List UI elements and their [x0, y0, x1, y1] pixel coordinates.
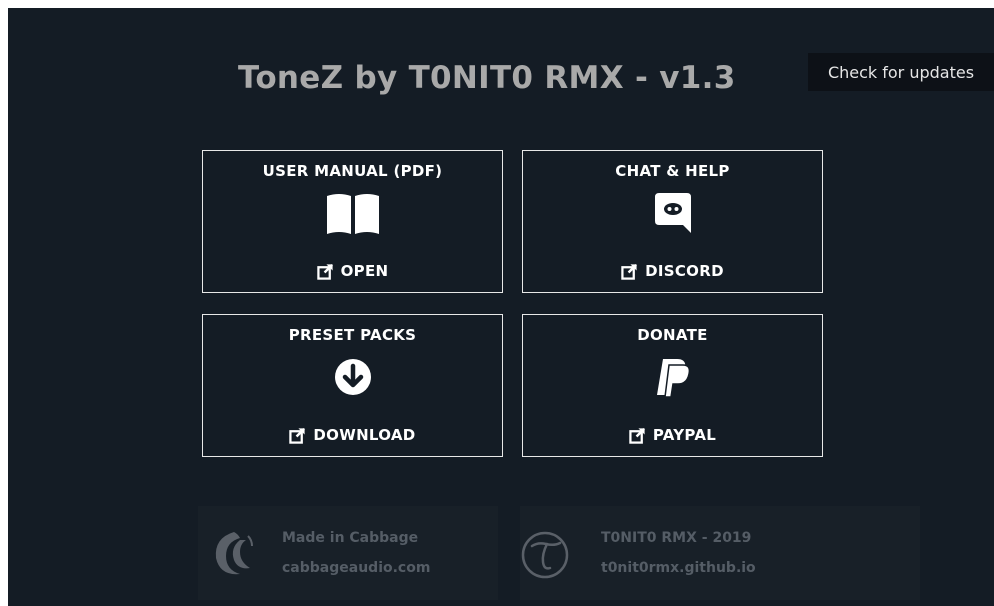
external-link-icon [629, 427, 645, 444]
preset-packs-card[interactable]: PRESET PACKS DOWNLOAD [202, 314, 503, 457]
open-manual-link[interactable]: OPEN [203, 262, 502, 280]
paypal-link[interactable]: PAYPAL [523, 426, 822, 444]
book-icon [323, 188, 383, 238]
author-footer-link[interactable]: T0NIT0 RMX - 2019 t0nit0rmx.github.io [520, 506, 920, 600]
discord-link[interactable]: DISCORD [523, 262, 822, 280]
app-title: ToneZ by T0NIT0 RMX - v1.3 [238, 60, 736, 96]
donate-card[interactable]: DONATE PAYPAL [522, 314, 823, 457]
card-action-label: PAYPAL [652, 426, 717, 444]
download-link[interactable]: DOWNLOAD [203, 426, 502, 444]
user-manual-card[interactable]: USER MANUAL (PDF) OPEN [202, 150, 503, 293]
external-link-icon [621, 263, 638, 280]
card-title: DONATE [637, 326, 708, 344]
card-title: PRESET PACKS [288, 326, 417, 344]
external-link-icon [316, 263, 333, 280]
check-updates-button[interactable]: Check for updates [808, 53, 994, 91]
card-action-label: DOWNLOAD [313, 426, 416, 444]
cabbage-logo-icon [215, 532, 253, 575]
discord-icon [643, 188, 703, 238]
external-link-icon [289, 427, 306, 444]
tonito-logo-icon [521, 531, 569, 579]
cabbage-footer-line2: cabbageaudio.com [282, 560, 431, 576]
app-window: ToneZ by T0NIT0 RMX - v1.3 Check for upd… [8, 8, 994, 606]
cabbage-footer-link[interactable]: Made in Cabbage cabbageaudio.com [198, 506, 498, 600]
paypal-icon [643, 352, 703, 402]
card-action-label: OPEN [340, 262, 389, 280]
download-icon [323, 352, 383, 402]
card-title: USER MANUAL (PDF) [262, 162, 443, 180]
cabbage-footer-line1: Made in Cabbage [282, 530, 419, 546]
chat-help-card[interactable]: CHAT & HELP DISCORD [522, 150, 823, 293]
card-action-label: DISCORD [645, 262, 724, 280]
author-footer-line1: T0NIT0 RMX - 2019 [601, 530, 752, 546]
card-title: CHAT & HELP [615, 162, 730, 180]
author-footer-line2: t0nit0rmx.github.io [601, 560, 756, 576]
